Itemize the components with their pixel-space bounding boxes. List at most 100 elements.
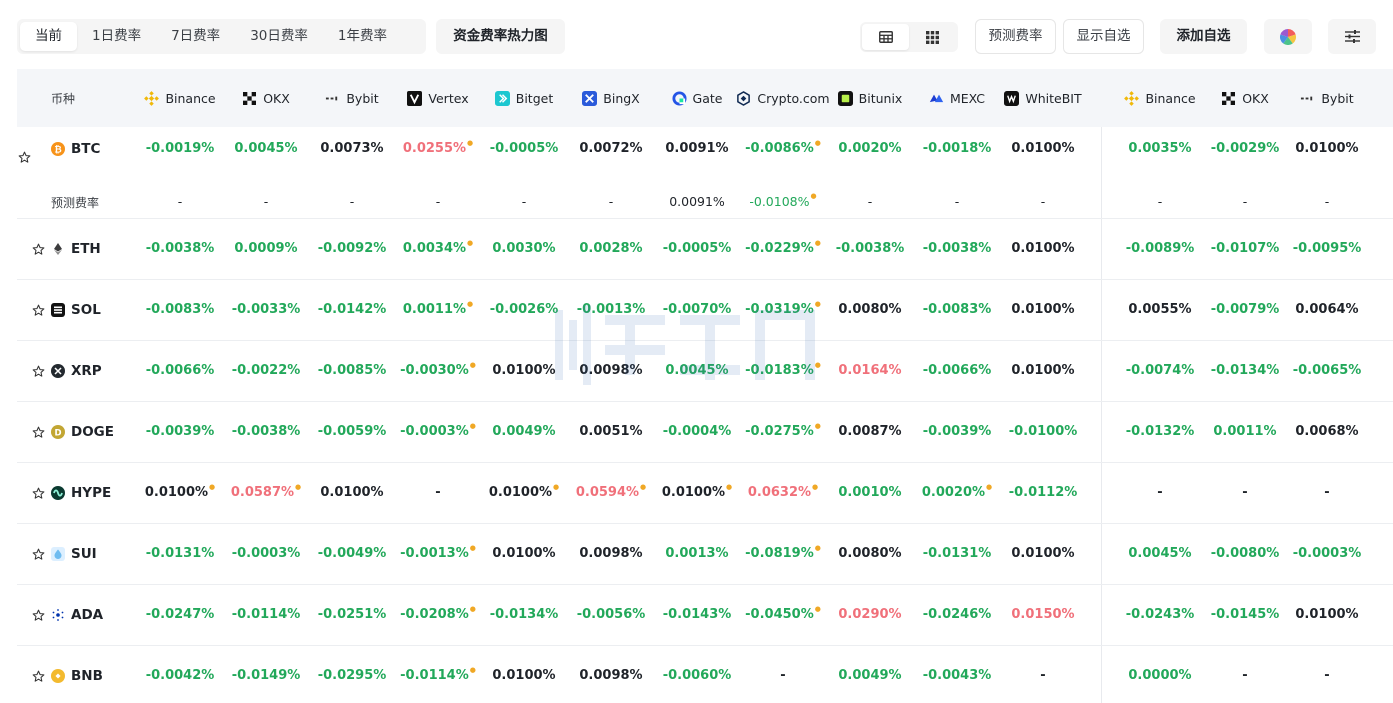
funding-rate-cell[interactable]: -0.0013%● [395, 544, 481, 561]
funding-rate-cell[interactable]: 0.0049% [481, 424, 567, 439]
funding-rate-cell[interactable]: -0.0018% [914, 141, 1000, 156]
funding-rate-cell[interactable]: 0.0013% [654, 546, 740, 561]
funding-rate-cell[interactable]: 0.0100% [1000, 141, 1086, 156]
funding-rate-cell[interactable]: 0.0098% [568, 363, 654, 378]
funding-rate-cell[interactable]: -0.0074% [1117, 363, 1203, 378]
funding-rate-cell[interactable]: -0.0022% [223, 363, 309, 378]
predicted-rate-cell[interactable]: - [223, 194, 309, 209]
tab-1y[interactable]: 1年费率 [323, 22, 402, 51]
funding-rate-cell[interactable]: -0.0095% [1284, 241, 1370, 256]
funding-rate-cell[interactable]: 0.0045% [654, 363, 740, 378]
funding-rate-cell[interactable]: -0.0134% [1202, 363, 1288, 378]
favorite-star-icon[interactable] [31, 425, 45, 439]
funding-rate-cell[interactable]: -0.0295% [309, 668, 395, 683]
funding-rate-cell[interactable]: -0.0080% [1202, 546, 1288, 561]
favorite-star-icon[interactable] [31, 608, 45, 622]
funding-rate-cell[interactable]: -0.0131% [914, 546, 1000, 561]
predicted-rate-cell[interactable]: -0.0108%● [740, 192, 826, 209]
funding-rate-cell[interactable]: 0.0100% [1284, 607, 1370, 622]
funding-rate-cell[interactable]: 0.0100%● [137, 483, 223, 500]
funding-rate-cell[interactable]: 0.0087% [827, 424, 913, 439]
funding-rate-cell[interactable]: - [740, 668, 826, 683]
funding-rate-cell[interactable]: 0.0255%● [395, 139, 481, 156]
funding-rate-cell[interactable]: 0.0587%● [223, 483, 309, 500]
funding-rate-cell[interactable]: 0.0035% [1117, 141, 1203, 156]
funding-rate-cell[interactable]: -0.0003% [1284, 546, 1370, 561]
funding-rate-cell[interactable]: -0.0143% [654, 607, 740, 622]
funding-rate-cell[interactable]: 0.0290% [827, 607, 913, 622]
funding-rate-cell[interactable]: - [1202, 668, 1288, 683]
funding-rate-cell[interactable]: -0.0100% [1000, 424, 1086, 439]
funding-rate-cell[interactable]: -0.0107% [1202, 241, 1288, 256]
predicted-rate-cell[interactable]: - [137, 194, 223, 209]
funding-rate-cell[interactable]: 0.0100% [1284, 141, 1370, 156]
tab-current[interactable]: 当前 [20, 22, 77, 51]
funding-rate-cell[interactable]: 0.0020% [827, 141, 913, 156]
tab-1d[interactable]: 1日费率 [77, 22, 156, 51]
funding-rate-cell[interactable]: -0.0049% [309, 546, 395, 561]
funding-rate-cell[interactable]: 0.0164% [827, 363, 913, 378]
funding-rate-cell[interactable]: 0.0100% [1000, 302, 1086, 317]
funding-rate-cell[interactable]: -0.0019% [137, 141, 223, 156]
funding-rate-cell[interactable]: - [395, 485, 481, 500]
funding-rate-cell[interactable]: 0.0011% [1202, 424, 1288, 439]
funding-rate-cell[interactable]: 0.0000% [1117, 668, 1203, 683]
table-row[interactable]: XRP -0.0066% -0.0022% -0.0085% -0.0030%● 0.01… [17, 341, 1393, 402]
predicted-rate-cell[interactable]: - [827, 194, 913, 209]
funding-rate-cell[interactable]: -0.0070% [654, 302, 740, 317]
funding-rate-cell[interactable]: -0.0083% [914, 302, 1000, 317]
funding-rate-cell[interactable]: 0.0055% [1117, 302, 1203, 317]
funding-rate-cell[interactable]: 0.0068% [1284, 424, 1370, 439]
funding-rate-cell[interactable]: -0.0013% [568, 302, 654, 317]
funding-rate-cell[interactable]: 0.0100% [1000, 241, 1086, 256]
funding-rate-cell[interactable]: -0.0039% [914, 424, 1000, 439]
funding-rate-cell[interactable]: -0.0092% [309, 241, 395, 256]
funding-rate-cell[interactable]: -0.0033% [223, 302, 309, 317]
funding-rate-cell[interactable]: -0.0208%● [395, 605, 481, 622]
funding-rate-cell[interactable]: - [1284, 668, 1370, 683]
funding-rate-cell[interactable]: -0.0038% [137, 241, 223, 256]
funding-rate-cell[interactable]: -0.0079% [1202, 302, 1288, 317]
table-row[interactable]: ETH -0.0038% 0.0009% -0.0092% 0.0034%● 0.0030… [17, 219, 1393, 280]
funding-rate-cell[interactable]: -0.0819%● [740, 544, 826, 561]
funding-rate-cell[interactable]: 0.0100%● [654, 483, 740, 500]
heatmap-button[interactable]: 资金费率热力图 [436, 19, 565, 54]
color-theme-button[interactable] [1264, 19, 1312, 54]
funding-rate-cell[interactable]: -0.0038% [223, 424, 309, 439]
table-row[interactable]: HYPE 0.0100%● 0.0587%● 0.0100% -0.0100%● 0.05… [17, 463, 1393, 524]
table-row[interactable]: ADA -0.0247% -0.0114% -0.0251% -0.0208%● -0.0… [17, 585, 1393, 646]
show-favorites-button[interactable]: 显示自选 [1063, 19, 1144, 54]
predicted-rate-cell[interactable]: - [1117, 194, 1203, 209]
funding-rate-cell[interactable]: -0.0005% [481, 141, 567, 156]
funding-rate-cell[interactable]: -0.0042% [137, 668, 223, 683]
funding-rate-cell[interactable]: -0.0056% [568, 607, 654, 622]
funding-rate-cell[interactable]: -0.0247% [137, 607, 223, 622]
funding-rate-cell[interactable]: 0.0080% [827, 302, 913, 317]
table-row[interactable]: BNB -0.0042% -0.0149% -0.0295% -0.0114%● 0.01… [17, 646, 1393, 703]
funding-rate-cell[interactable]: -0.0060% [654, 668, 740, 683]
table-row[interactable]: ₿ BTC -0.0019% 0.0045% 0.0073% 0.0255%● -0.000… [17, 127, 1393, 219]
funding-rate-cell[interactable]: 0.0594%● [568, 483, 654, 500]
funding-rate-cell[interactable]: 0.0011%● [395, 300, 481, 317]
funding-rate-cell[interactable]: 0.0150% [1000, 607, 1086, 622]
funding-rate-cell[interactable]: 0.0100% [481, 668, 567, 683]
funding-rate-cell[interactable]: -0.0039% [137, 424, 223, 439]
funding-rate-cell[interactable]: -0.0243% [1117, 607, 1203, 622]
funding-rate-cell[interactable]: 0.0009% [223, 241, 309, 256]
funding-rate-cell[interactable]: -0.0112% [1000, 485, 1086, 500]
funding-rate-cell[interactable]: 0.0100%● [481, 483, 567, 500]
favorite-star-icon[interactable] [31, 486, 45, 500]
predicted-rate-cell[interactable]: - [914, 194, 1000, 209]
predicted-rate-cell[interactable]: - [1202, 194, 1288, 209]
funding-rate-cell[interactable]: -0.0183%● [740, 361, 826, 378]
predicted-rate-cell[interactable]: - [1000, 194, 1086, 209]
funding-rate-cell[interactable]: 0.0020%● [914, 483, 1000, 500]
funding-rate-cell[interactable]: 0.0049% [827, 668, 913, 683]
table-row[interactable]: SOL -0.0083% -0.0033% -0.0142% 0.0011%● -0.00… [17, 280, 1393, 341]
funding-rate-cell[interactable]: 0.0072% [568, 141, 654, 156]
favorite-star-icon[interactable] [31, 547, 45, 561]
funding-rate-cell[interactable]: -0.0026% [481, 302, 567, 317]
funding-rate-cell[interactable]: 0.0045% [1117, 546, 1203, 561]
funding-rate-cell[interactable]: -0.0086%● [740, 139, 826, 156]
funding-rate-cell[interactable]: 0.0100% [481, 363, 567, 378]
